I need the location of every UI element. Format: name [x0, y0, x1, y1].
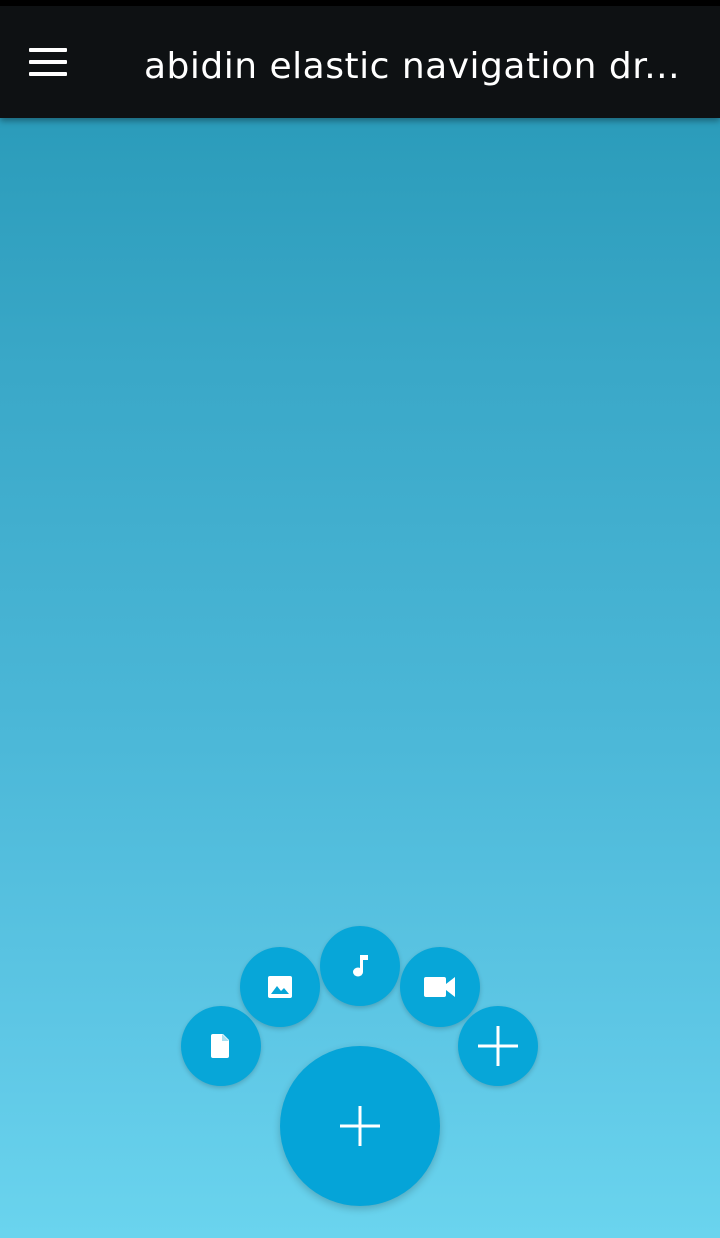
navigation-drawer-button[interactable] — [18, 34, 78, 90]
add-fab-button[interactable] — [458, 1006, 538, 1086]
image-fab-button[interactable] — [240, 947, 320, 1027]
file-icon — [211, 1034, 229, 1058]
video-fab-button[interactable] — [400, 947, 480, 1027]
app-toolbar: abidin elastic navigation dr... — [0, 6, 720, 118]
toolbar-title: abidin elastic navigation dr... — [144, 46, 681, 87]
music-fab-button[interactable] — [320, 926, 400, 1006]
video-camera-icon — [424, 977, 455, 997]
hamburger-menu-icon — [29, 48, 67, 76]
image-icon — [268, 976, 292, 998]
music-note-icon — [353, 955, 368, 977]
plus-icon — [478, 1026, 518, 1066]
main-fab-button[interactable] — [280, 1046, 440, 1206]
plus-icon — [340, 1106, 380, 1146]
file-fab-button[interactable] — [181, 1006, 261, 1086]
